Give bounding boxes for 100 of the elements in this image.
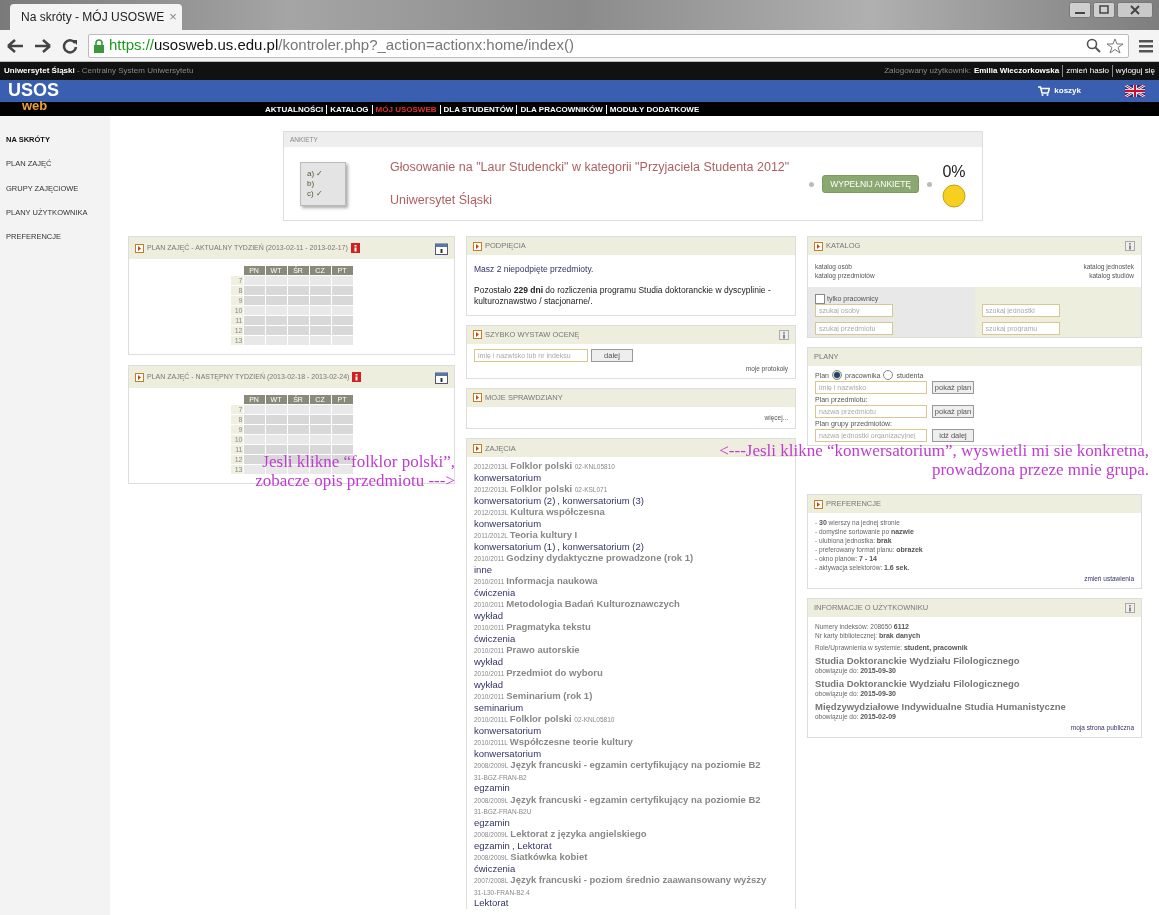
course-link[interactable]: Pragmatyka tekstu: [506, 621, 591, 633]
course-link[interactable]: Język francuski - egzamin certyfikujący na poziomie B2: [510, 759, 761, 771]
expand-icon: [473, 330, 482, 340]
checklist-line: a) ✓: [307, 169, 325, 179]
lock-icon: [93, 38, 105, 53]
group-link[interactable]: Lektorat: [517, 840, 552, 852]
group-link[interactable]: seminarium: [474, 702, 524, 714]
calendar-icon: [435, 370, 448, 384]
group-link[interactable]: wykład: [474, 679, 504, 691]
course-link[interactable]: Współczesne teorie kultury: [509, 736, 633, 748]
expand-icon: [473, 393, 482, 402]
header-link[interactable]: wyloguj się: [1111, 65, 1155, 77]
browser-tab[interactable]: Na skróty - MÓJ USOSWE ×: [10, 4, 182, 30]
group-link[interactable]: wykład: [474, 656, 504, 668]
menu-icon: [1139, 38, 1153, 53]
group-link[interactable]: wykład: [474, 610, 504, 622]
url-text: https://usosweb.us.edu.pl/kontroler.php?_action=actionx:home/index(): [109, 35, 574, 56]
group-link[interactable]: konwersatorium: [474, 518, 542, 530]
expand-icon: [135, 243, 144, 253]
survey-title[interactable]: Głosowanie na "Laur Studencki" w kategorii "Przyjaciela Studenta 2012": [390, 158, 790, 177]
zoom-icon: [1086, 37, 1102, 54]
calendar-icon: [435, 241, 448, 255]
program-name: Studia Doktoranckie Wydziału Filologicznego: [815, 655, 1021, 666]
login-label: Zalogowany użytkownik:: [884, 65, 971, 77]
checklist-line: c) ✓: [307, 189, 324, 199]
tab-title: Na skróty - MÓJ USOSWE: [21, 8, 165, 26]
info-icon: [1125, 241, 1135, 251]
course-link[interactable]: Folklor polski: [510, 483, 573, 495]
course-link[interactable]: Język francuski - egzamin certyfikujący na poziomie B2: [510, 793, 761, 805]
group-link[interactable]: ćwiczenia: [474, 633, 516, 645]
course-link[interactable]: Metodologia Badań Kulturoznawczych: [506, 598, 680, 610]
close-icon: [1117, 2, 1153, 18]
course-link[interactable]: Godziny dydaktyczne prowadzone (rok 1): [506, 552, 694, 564]
checkbox[interactable]: [815, 293, 825, 304]
group-link[interactable]: inne: [474, 564, 492, 576]
radio-button[interactable]: [832, 370, 842, 380]
course-link[interactable]: Folklor polski: [509, 713, 572, 725]
back-icon: [6, 37, 24, 54]
menu-item[interactable]: MODUŁY DODATKOWE: [605, 104, 703, 114]
course-link[interactable]: Prawo autorskie: [506, 644, 580, 656]
info-icon: [350, 243, 360, 253]
flag-icon: [1125, 85, 1145, 97]
expand-icon: [473, 241, 482, 251]
course-link[interactable]: Informacja naukowa: [506, 575, 598, 587]
menu-item[interactable]: AKTUALNOŚCI: [262, 104, 327, 114]
annotation-text: <---Jesli klikne “konwersatorium”, wyswietli mi sie konkretna,: [719, 441, 1149, 460]
group-link[interactable]: konwersatorium (1): [474, 541, 556, 553]
text: Pozostało 229 dni do rozliczenia programu Studia doktoranckie w dyscyplinie - kulturoznawstwo / stacjonarne/.: [474, 284, 772, 307]
reload-icon: [62, 37, 78, 54]
separator: ,: [510, 840, 516, 852]
radio-button[interactable]: [883, 370, 894, 380]
annotation-text: Jesli klikne “folklor polski”,: [262, 452, 455, 471]
forward-icon: [34, 37, 52, 54]
group-link[interactable]: ćwiczenia: [474, 587, 516, 599]
info-icon: [779, 329, 789, 340]
expand-icon: [135, 372, 144, 382]
group-link[interactable]: konwersatorium (2): [474, 495, 556, 507]
system-name: - Centralny System Uniwersytetu: [75, 65, 194, 77]
separator: ,: [556, 495, 561, 507]
group-link[interactable]: konwersatorium (3): [562, 495, 644, 507]
info-icon: [352, 372, 362, 382]
user-name: Emilia Wieczorkowska: [973, 65, 1060, 77]
group-link[interactable]: konwersatorium (2): [562, 541, 644, 553]
menu-item[interactable]: MÓJ USOSWEB: [371, 104, 440, 114]
group-link[interactable]: ćwiczenia: [474, 863, 516, 875]
group-link[interactable]: egzamin: [474, 817, 510, 829]
course-link[interactable]: Siatkówka kobiet: [510, 851, 588, 863]
course-link[interactable]: Język francuski - poziom średnio zaawansowany wyższy: [510, 874, 767, 886]
annotation-text: zobacze opis przedmiotu --->: [255, 471, 455, 490]
group-link[interactable]: konwersatorium: [474, 472, 542, 484]
course-link[interactable]: Lektorat z języka angielskiego: [510, 828, 647, 840]
menu-item[interactable]: KATALOG: [326, 104, 372, 114]
header-link[interactable]: zmień hasło: [1062, 65, 1109, 77]
group-link[interactable]: konwersatorium: [474, 748, 542, 760]
course-link[interactable]: Teoria kultury I: [509, 529, 578, 541]
university-name: Uniwersytet Śląski: [4, 65, 75, 77]
expand-icon: [473, 443, 482, 453]
checklist-line: b): [307, 179, 316, 189]
group-link[interactable]: egzamin: [474, 783, 510, 794]
course-link[interactable]: Seminarium (rok 1): [506, 690, 593, 702]
course-link[interactable]: Folklor polski: [510, 460, 573, 472]
program-name: Międzywydziałowe Indywidualne Studia Humanistyczne: [815, 701, 1067, 712]
group-link[interactable]: konwersatorium: [474, 725, 542, 737]
menu-item[interactable]: DLA PRACOWNIKÓW: [516, 104, 606, 114]
program-name: Studia Doktoranckie Wydziału Filologicznego: [815, 678, 1021, 689]
info-icon: [1125, 603, 1135, 613]
cart-link[interactable]: koszyk: [1054, 85, 1081, 97]
usos-logo[interactable]: USOS web: [0, 80, 120, 116]
course-link[interactable]: Kultura współczesna: [510, 506, 605, 518]
course-link[interactable]: Przedmiot do wyboru: [506, 667, 603, 679]
group-link[interactable]: Lektorat: [474, 898, 509, 909]
cart-icon: [1038, 86, 1051, 96]
dot-icon: [809, 181, 815, 187]
annotation-text: prowadzona przeze mnie grupa.: [931, 460, 1149, 479]
expand-icon: [814, 499, 823, 509]
menu-item[interactable]: DLA STUDENTÓW: [439, 104, 517, 114]
separator: ,: [556, 541, 561, 553]
address-field[interactable]: https://usosweb.us.edu.pl/kontroler.php?_action=actionx:home/index(): [88, 33, 1129, 58]
group-link[interactable]: egzamin: [474, 840, 510, 852]
link[interactable]: Masz 2 niepodpięte przedmioty.: [474, 263, 788, 276]
